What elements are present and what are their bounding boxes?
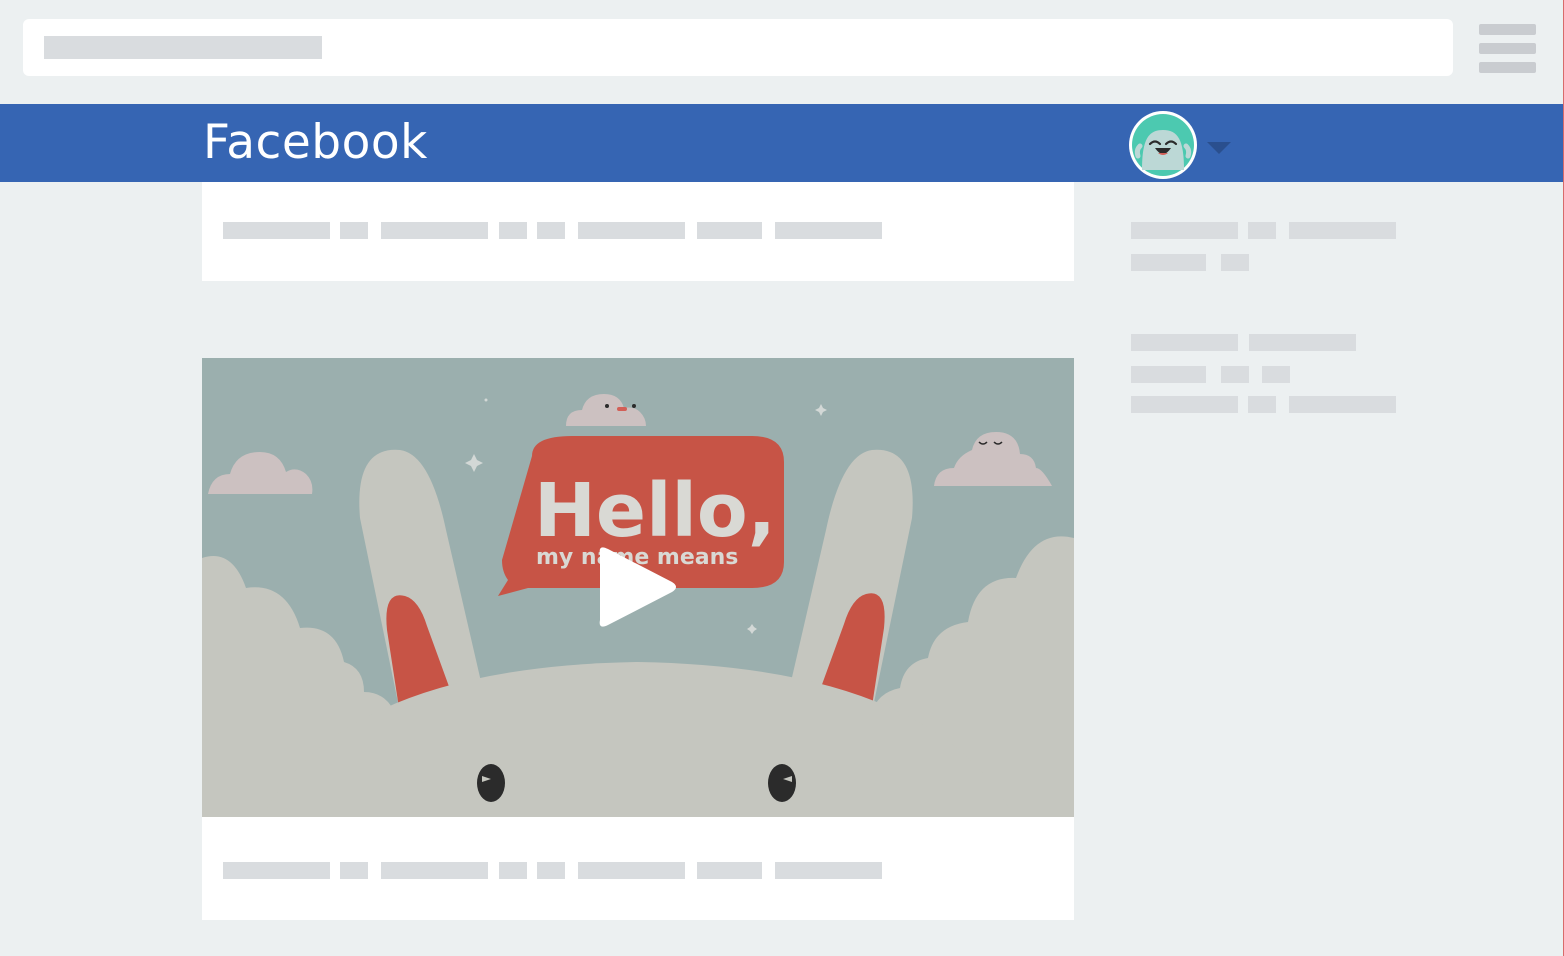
sidebar-skeleton (1131, 254, 1206, 271)
text-skeleton (775, 222, 882, 239)
text-skeleton (537, 862, 565, 879)
avatar-icon[interactable] (1128, 110, 1198, 180)
video-headline: Hello, (534, 468, 776, 554)
text-skeleton (697, 862, 762, 879)
video-thumbnail[interactable]: Hello, my name means (202, 358, 1074, 817)
sidebar-skeleton (1131, 334, 1238, 351)
sidebar-skeleton (1221, 366, 1249, 383)
text-skeleton (775, 862, 882, 879)
text-skeleton (499, 862, 527, 879)
text-skeleton (537, 222, 565, 239)
sidebar-skeleton (1289, 396, 1396, 413)
text-skeleton (381, 862, 488, 879)
sidebar-skeleton (1249, 334, 1356, 351)
post-card-top (202, 182, 1074, 281)
text-skeleton (340, 862, 368, 879)
sidebar-skeleton (1131, 366, 1206, 383)
sidebar-skeleton (1289, 222, 1396, 239)
post-card-bottom (202, 817, 1074, 920)
facebook-header: Facebook (0, 104, 1563, 182)
text-skeleton (381, 222, 488, 239)
sidebar-skeleton (1262, 366, 1290, 383)
text-skeleton (499, 222, 527, 239)
text-skeleton (697, 222, 762, 239)
hamburger-icon[interactable] (1479, 24, 1536, 74)
text-skeleton (223, 862, 330, 879)
address-bar[interactable] (23, 19, 1453, 76)
sidebar-skeleton (1248, 396, 1276, 413)
sidebar-skeleton (1248, 222, 1276, 239)
sidebar-skeleton (1221, 254, 1249, 271)
text-skeleton (223, 222, 330, 239)
caret-down-icon[interactable] (1205, 140, 1233, 156)
text-skeleton (578, 222, 685, 239)
sidebar-skeleton (1131, 222, 1238, 239)
text-skeleton (578, 862, 685, 879)
address-placeholder (44, 36, 322, 59)
text-skeleton (340, 222, 368, 239)
page-title[interactable]: Facebook (203, 116, 428, 170)
sidebar-skeleton (1131, 396, 1238, 413)
